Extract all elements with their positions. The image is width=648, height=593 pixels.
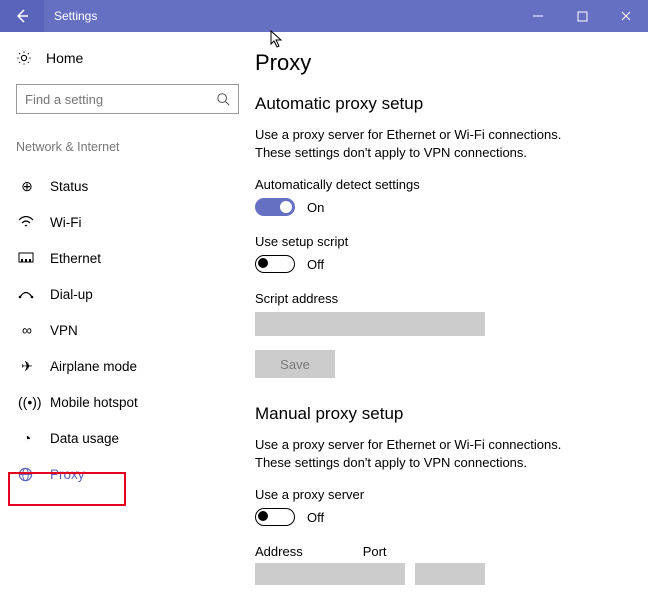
home-label: Home (46, 50, 83, 66)
script-state: Off (307, 257, 324, 272)
manual-desc: Use a proxy server for Ethernet or Wi-Fi… (255, 436, 595, 471)
sidebar-item-proxy[interactable]: Proxy (16, 456, 239, 492)
nav-label: Airplane mode (50, 359, 137, 374)
close-button[interactable] (604, 0, 648, 32)
nav-label: Ethernet (50, 251, 101, 266)
script-address-label: Script address (255, 291, 634, 306)
port-input[interactable] (415, 563, 485, 585)
home-nav[interactable]: Home (16, 50, 239, 66)
window-title: Settings (44, 9, 97, 23)
back-button[interactable] (0, 0, 44, 32)
nav-label: Dial-up (50, 287, 93, 302)
use-proxy-state: Off (307, 510, 324, 525)
sidebar-item-dialup[interactable]: Dial-up (16, 276, 239, 312)
script-toggle[interactable] (255, 255, 295, 273)
page-title: Proxy (255, 50, 634, 76)
auto-desc: Use a proxy server for Ethernet or Wi-Fi… (255, 126, 595, 161)
address-input[interactable] (255, 563, 405, 585)
sidebar-item-hotspot[interactable]: ((•)) Mobile hotspot (16, 384, 239, 420)
hotspot-icon: ((•)) (18, 394, 36, 410)
address-label: Address (255, 544, 303, 559)
save-button[interactable]: Save (255, 350, 335, 378)
sidebar-item-vpn[interactable]: ∞ VPN (16, 312, 239, 348)
use-proxy-label: Use a proxy server (255, 487, 634, 502)
sidebar-item-datausage[interactable]: ◔ Data usage (16, 420, 239, 456)
close-icon (620, 10, 632, 22)
search-input[interactable] (25, 92, 216, 107)
sidebar-item-status[interactable]: ⊕ Status (16, 168, 239, 204)
manual-heading: Manual proxy setup (255, 404, 634, 424)
script-label: Use setup script (255, 234, 634, 249)
nav-label: Wi-Fi (50, 215, 81, 230)
search-box[interactable] (16, 84, 239, 114)
nav-label: Mobile hotspot (50, 395, 138, 410)
main-panel: Proxy Automatic proxy setup Use a proxy … (255, 32, 648, 593)
gear-icon (16, 50, 32, 66)
sidebar-item-ethernet[interactable]: Ethernet (16, 240, 239, 276)
minimize-button[interactable] (516, 0, 560, 32)
status-icon: ⊕ (18, 178, 36, 195)
dialup-icon (18, 288, 36, 300)
sidebar: Home Network & Internet ⊕ Status Wi-Fi E… (0, 32, 255, 593)
maximize-icon (577, 11, 588, 22)
nav-label: VPN (50, 323, 78, 338)
script-address-input[interactable] (255, 312, 485, 336)
detect-label: Automatically detect settings (255, 177, 634, 192)
nav-label: Proxy (50, 467, 85, 482)
use-proxy-toggle[interactable] (255, 508, 295, 526)
airplane-icon: ✈ (18, 358, 36, 375)
search-icon (216, 92, 230, 106)
sidebar-item-airplane[interactable]: ✈ Airplane mode (16, 348, 239, 384)
vpn-icon: ∞ (18, 322, 36, 338)
detect-toggle[interactable] (255, 198, 295, 216)
window-controls (516, 0, 648, 32)
wifi-icon (18, 216, 36, 228)
globe-icon (18, 467, 36, 482)
nav-label: Data usage (50, 431, 119, 446)
minimize-icon (532, 10, 544, 22)
port-label: Port (363, 544, 387, 559)
detect-state: On (307, 200, 324, 215)
ethernet-icon (18, 252, 36, 264)
section-heading: Network & Internet (16, 140, 239, 154)
sidebar-item-wifi[interactable]: Wi-Fi (16, 204, 239, 240)
titlebar: Settings (0, 0, 648, 32)
nav-label: Status (50, 179, 88, 194)
data-icon: ◔ (18, 430, 36, 446)
maximize-button[interactable] (560, 0, 604, 32)
back-arrow-icon (14, 8, 30, 24)
auto-heading: Automatic proxy setup (255, 94, 634, 114)
